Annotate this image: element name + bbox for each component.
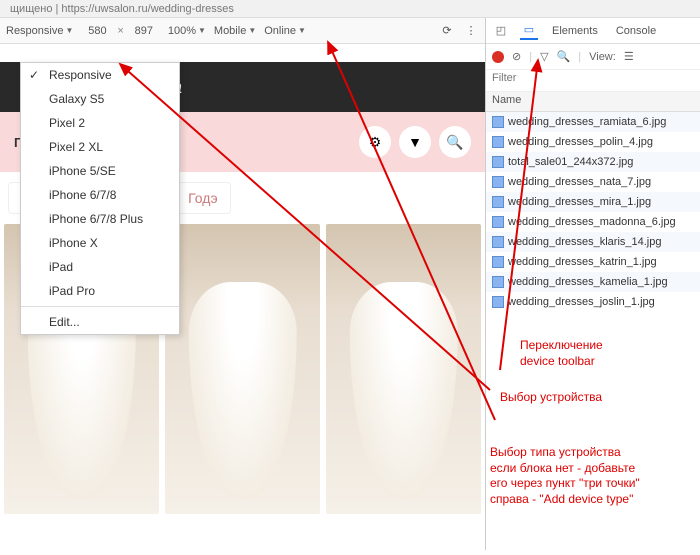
file-name: wedding_dresses_katrin_1.jpg — [508, 256, 657, 268]
device-dropdown: ResponsiveGalaxy S5Pixel 2Pixel 2 XLiPho… — [20, 62, 180, 335]
network-row[interactable]: wedding_dresses_klaris_14.jpg — [486, 232, 700, 252]
device-toolbar: Responsive ▼ × 100% ▼ Mobile ▼ Online ▼ … — [0, 18, 485, 44]
device-menu-item[interactable]: iPhone 5/SE — [21, 159, 179, 183]
network-row[interactable]: wedding_dresses_kamelia_1.jpg — [486, 272, 700, 292]
network-row[interactable]: wedding_dresses_joslin_1.jpg — [486, 292, 700, 312]
device-menu-item[interactable]: iPhone 6/7/8 Plus — [21, 207, 179, 231]
device-menu-item[interactable]: iPad Pro — [21, 279, 179, 303]
network-row[interactable]: total_sale01_244x372.jpg — [486, 152, 700, 172]
file-icon — [492, 176, 504, 188]
tab-elements[interactable]: Elements — [548, 25, 602, 37]
devtools-panel: ◰ ▭ Elements Console ⊘ | ▽ 🔍 | View: ☰ N… — [485, 18, 700, 550]
product-image[interactable] — [326, 224, 481, 514]
file-name: wedding_dresses_madonna_6.jpg — [508, 216, 676, 228]
product-image[interactable] — [165, 224, 320, 514]
filter-icon[interactable]: ▼ — [399, 126, 431, 158]
network-row[interactable]: wedding_dresses_mira_1.jpg — [486, 192, 700, 212]
more-icon[interactable]: ⋮ — [463, 24, 479, 37]
file-icon — [492, 116, 504, 128]
file-name: wedding_dresses_joslin_1.jpg — [508, 296, 655, 308]
network-row[interactable]: wedding_dresses_polin_4.jpg — [486, 132, 700, 152]
file-name: wedding_dresses_nata_7.jpg — [508, 176, 651, 188]
filter-row — [486, 70, 700, 92]
emulated-viewport: Responsive ▼ × 100% ▼ Mobile ▼ Online ▼ … — [0, 18, 485, 550]
network-selector[interactable]: Online ▼ — [264, 25, 306, 37]
search-icon[interactable]: 🔍 — [557, 50, 571, 63]
network-row[interactable]: wedding_dresses_ramiata_6.jpg — [486, 112, 700, 132]
devtools-top-bar: ◰ ▭ Elements Console — [486, 18, 700, 44]
record-icon[interactable] — [492, 51, 504, 63]
file-icon — [492, 256, 504, 268]
device-menu-item[interactable]: iPad — [21, 255, 179, 279]
file-name: wedding_dresses_polin_4.jpg — [508, 136, 653, 148]
network-row[interactable]: wedding_dresses_katrin_1.jpg — [486, 252, 700, 272]
device-menu-item[interactable]: Galaxy S5 — [21, 87, 179, 111]
network-row[interactable]: wedding_dresses_madonna_6.jpg — [486, 212, 700, 232]
device-menu-edit[interactable]: Edit... — [21, 310, 179, 334]
zoom-selector[interactable]: 100% ▼ — [168, 25, 206, 37]
rotate-icon[interactable]: ⟳ — [439, 24, 455, 37]
settings-icon[interactable]: ⚙ — [359, 126, 391, 158]
dimensions: × — [81, 25, 159, 37]
device-menu-item[interactable]: Pixel 2 — [21, 111, 179, 135]
url-bar: щищено | https://uwsalon.ru/wedding-dres… — [0, 0, 700, 18]
filter-input[interactable] — [492, 72, 694, 84]
zoom-label: 100% — [168, 25, 196, 37]
throttle-label: Mobile — [214, 25, 246, 37]
inspect-icon[interactable]: ◰ — [492, 22, 510, 40]
tab-console[interactable]: Console — [612, 25, 660, 37]
category-tab[interactable]: Годэ — [175, 182, 231, 214]
url-prefix: щищено | — [10, 3, 58, 15]
device-menu-item[interactable]: iPhone 6/7/8 — [21, 183, 179, 207]
file-name: wedding_dresses_klaris_14.jpg — [508, 236, 661, 248]
view-label: View: — [589, 51, 616, 63]
file-icon — [492, 156, 504, 168]
height-input[interactable] — [128, 25, 160, 37]
search-icon[interactable]: 🔍 — [439, 126, 471, 158]
chevron-down-icon: ▼ — [298, 26, 306, 35]
device-menu-item[interactable]: Pixel 2 XL — [21, 135, 179, 159]
chevron-down-icon: ▼ — [198, 26, 206, 35]
network-label: Online — [264, 25, 296, 37]
network-row[interactable]: wedding_dresses_nata_7.jpg — [486, 172, 700, 192]
throttle-selector[interactable]: Mobile ▼ — [214, 25, 256, 37]
file-name: wedding_dresses_ramiata_6.jpg — [508, 116, 666, 128]
chevron-down-icon: ▼ — [65, 26, 73, 35]
clear-icon[interactable]: ⊘ — [512, 50, 521, 63]
device-toggle-icon[interactable]: ▭ — [520, 22, 538, 40]
chevron-down-icon: ▼ — [248, 26, 256, 35]
file-icon — [492, 196, 504, 208]
file-icon — [492, 276, 504, 288]
dimension-x: × — [117, 25, 123, 37]
file-name: wedding_dresses_mira_1.jpg — [508, 196, 651, 208]
view-list-icon[interactable]: ☰ — [624, 50, 634, 63]
file-icon — [492, 136, 504, 148]
file-icon — [492, 296, 504, 308]
device-label: Responsive — [6, 25, 63, 37]
url-text: https://uwsalon.ru/wedding-dresses — [61, 3, 233, 15]
device-menu-item[interactable]: Responsive — [21, 63, 179, 87]
file-icon — [492, 216, 504, 228]
device-selector[interactable]: Responsive ▼ — [6, 25, 73, 37]
filter-toggle-icon[interactable]: ▽ — [540, 50, 548, 63]
file-name: total_sale01_244x372.jpg — [508, 156, 633, 168]
network-toolbar: ⊘ | ▽ 🔍 | View: ☰ — [486, 44, 700, 70]
file-name: wedding_dresses_kamelia_1.jpg — [508, 276, 668, 288]
file-icon — [492, 236, 504, 248]
device-menu-item[interactable]: iPhone X — [21, 231, 179, 255]
name-column-header[interactable]: Name — [486, 92, 700, 112]
width-input[interactable] — [81, 25, 113, 37]
network-list: wedding_dresses_ramiata_6.jpg wedding_dre… — [486, 112, 700, 550]
